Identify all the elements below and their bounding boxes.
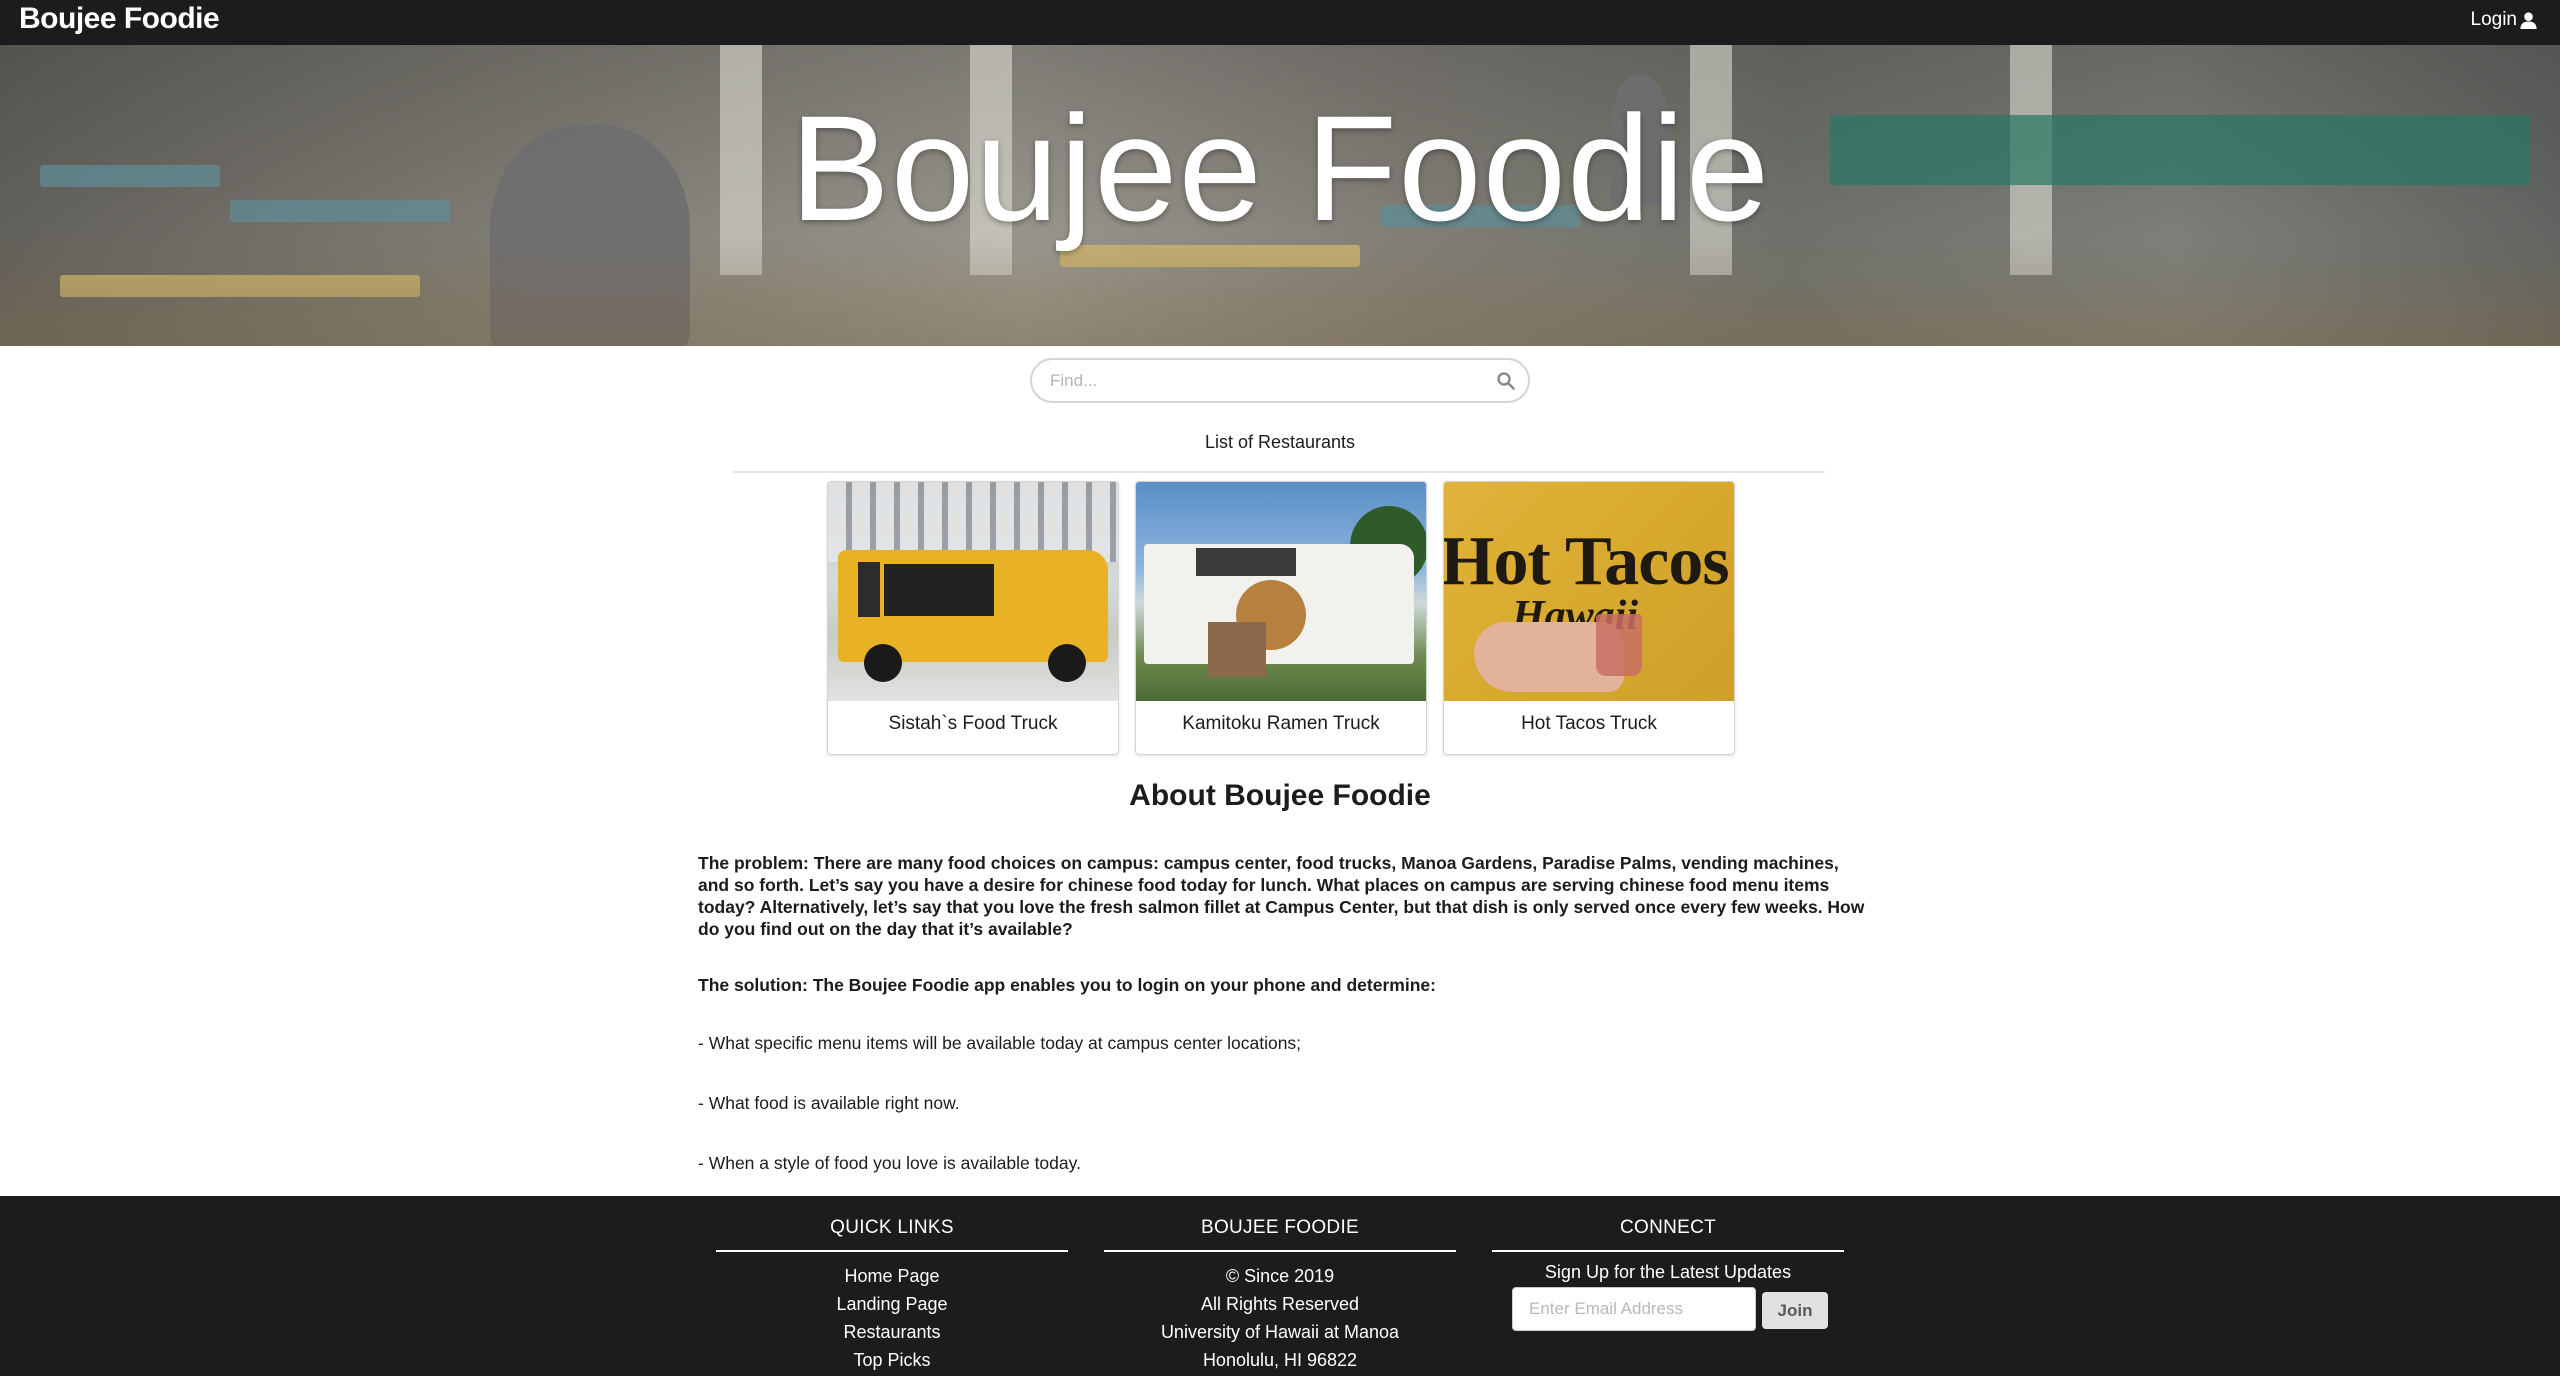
about-solution: The solution: The Boujee Foodie app enab… [698,975,1436,995]
footer-divider [1104,1250,1456,1252]
footer-address: Honolulu, HI 96822 [1202,1350,1358,1370]
newsletter-form: Join [1492,1287,1844,1333]
brand-logo[interactable]: Boujee Foodie [19,2,220,36]
search-icon[interactable] [1496,371,1516,391]
user-icon [2520,11,2537,29]
footer-copyright: © Since 2019 [1225,1266,1335,1286]
footer-divider [716,1250,1068,1252]
footer-boujee-foodie: BOUJEE FOODIE © Since 2019 All Rights Re… [1104,1217,1456,1374]
footer-rights: All Rights Reserved [1200,1294,1360,1314]
login-button[interactable]: Login [2471,9,2539,31]
restaurant-card-kamitoku[interactable]: Kamitoku Ramen Truck [1135,481,1427,755]
footer-connect: CONNECT Sign Up for the Latest Updates J… [1492,1217,1844,1333]
restaurant-card-sistahs[interactable]: Sistah`s Food Truck [827,481,1119,755]
top-navbar: Boujee Foodie Login [0,0,2560,45]
footer-heading: QUICK LINKS [830,1217,954,1238]
footer-link-landing[interactable]: Landing Page [716,1290,1068,1318]
footer-quick-links: QUICK LINKS Home Page Landing Page Resta… [716,1217,1068,1374]
restaurant-card-hot-tacos[interactable]: Hot Tacos Hawaii Hot Tacos Truck [1443,481,1735,755]
footer-link-restaurants[interactable]: Restaurants [716,1318,1068,1346]
search-input[interactable] [1050,368,1470,394]
restaurant-image [1136,482,1426,701]
email-field[interactable] [1512,1287,1756,1331]
about-bullet: - What specific menu items will be avail… [698,1033,1302,1053]
restaurant-image: Hot Tacos Hawaii [1444,482,1734,701]
footer-heading: BOUJEE FOODIE [1200,1217,1360,1238]
card-sign-text: Hot Tacos [1444,523,1730,600]
restaurant-image [828,482,1118,701]
footer-university: University of Hawaii at Manoa [1160,1322,1400,1342]
restaurant-name: Sistah`s Food Truck [888,713,1058,734]
hero-banner: Boujee Foodie [0,45,2560,346]
site-footer: QUICK LINKS Home Page Landing Page Resta… [0,1196,2560,1376]
join-button[interactable]: Join [1762,1292,1828,1329]
about-title: About Boujee Foodie [1129,779,1431,812]
footer-divider [1492,1250,1844,1252]
footer-link-home[interactable]: Home Page [716,1262,1068,1290]
about-problem: The problem: There are many food choices… [698,853,1865,939]
restaurant-list-heading: List of Restaurants [1204,432,1356,452]
section-divider [733,471,1825,473]
about-bullet: - What food is available right now. [698,1093,960,1113]
restaurant-name: Kamitoku Ramen Truck [1182,713,1380,734]
signup-label: Sign Up for the Latest Updates [1544,1262,1792,1282]
hero-title: Boujee Foodie [789,84,1771,252]
login-label: Login [2470,9,2518,30]
footer-link-top-picks[interactable]: Top Picks [716,1346,1068,1374]
footer-heading: CONNECT [1619,1217,1717,1238]
search-box[interactable] [1030,358,1530,403]
about-bullet: - When a style of food you love is avail… [698,1153,1081,1173]
restaurant-name: Hot Tacos Truck [1521,713,1657,734]
